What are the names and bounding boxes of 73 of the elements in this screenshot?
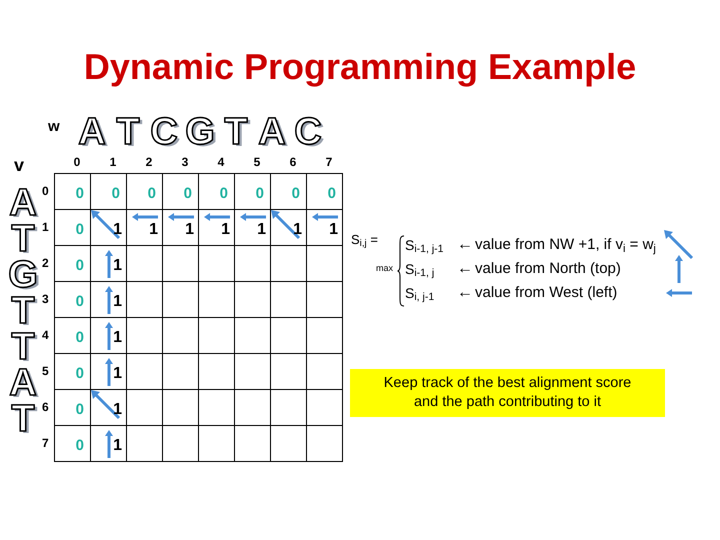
score-value: 1 <box>113 328 122 348</box>
score-value: 0 <box>76 256 84 276</box>
sequence-letter: A <box>78 113 106 151</box>
column-index: 2 <box>146 154 152 171</box>
score-value: 1 <box>113 292 122 312</box>
row-index: 7 <box>42 436 49 450</box>
max-operator: max <box>376 262 394 275</box>
slide-title: Dynamic Programming Example <box>82 45 638 89</box>
sequence-letter: G <box>8 256 38 294</box>
sequence-label: v <box>13 154 26 174</box>
row-index: 4 <box>42 328 49 342</box>
score-value: 0 <box>76 364 84 384</box>
score-value: 0 <box>76 436 84 456</box>
score-value: 1 <box>185 220 194 240</box>
formula-term: S$_{i-1, j-1}$ <box>405 236 445 256</box>
pointer-glyph: ← <box>457 235 473 255</box>
score-value: 0 <box>220 184 228 204</box>
column-index: 1 <box>110 154 116 171</box>
sequence-letter: C <box>294 113 322 151</box>
column-index: 3 <box>182 154 188 171</box>
score-value: 0 <box>256 184 264 204</box>
sequence-letter: C <box>150 113 178 151</box>
sequence-letter: A <box>258 113 286 151</box>
sequence-letter: T <box>11 292 35 330</box>
sequence-letter: T <box>11 328 35 366</box>
score-value: 0 <box>76 184 84 204</box>
sequence-letter: T <box>11 400 35 438</box>
score-value: 0 <box>76 400 84 420</box>
score-value: 1 <box>113 256 122 276</box>
row-index: 3 <box>42 292 49 306</box>
rule-description: value from West (left) <box>475 282 618 303</box>
formula-term: S$_{i-1, j}$ <box>405 260 436 280</box>
note-box: Keep track of the best alignment score and the path contributing to it <box>350 369 665 417</box>
score-value: 1 <box>113 400 122 420</box>
score-value: 0 <box>76 220 84 240</box>
row-index: 2 <box>42 256 49 270</box>
score-value: 1 <box>149 220 158 240</box>
row-index: 0 <box>42 184 49 198</box>
rule-description: value from North (top) <box>475 258 622 279</box>
score-value: 0 <box>76 292 84 312</box>
column-index: 6 <box>290 154 296 171</box>
score-value: 0 <box>112 184 120 204</box>
sequence-letter: T <box>116 113 140 151</box>
score-value: 1 <box>113 436 122 456</box>
score-value: 0 <box>76 328 84 348</box>
score-value: 0 <box>148 184 156 204</box>
score-value: 0 <box>184 184 192 204</box>
score-value: 0 <box>292 184 300 204</box>
sequence-letter: A <box>9 184 37 222</box>
formula-term: S$_{i, j-1}$ <box>405 284 436 304</box>
score-value: 1 <box>221 220 230 240</box>
pointer-glyph: ← <box>457 259 473 279</box>
sequence-letter: G <box>185 113 215 151</box>
score-value: 1 <box>113 364 122 384</box>
column-index: 4 <box>218 154 224 171</box>
score-value: 1 <box>329 220 338 240</box>
sequence-label: w <box>47 119 61 134</box>
score-value: 1 <box>257 220 266 240</box>
pointer-glyph: ← <box>457 283 473 303</box>
score-value: 0 <box>328 184 336 204</box>
column-index: 7 <box>326 154 332 171</box>
score-value: 1 <box>293 220 302 240</box>
column-index: 0 <box>74 154 80 171</box>
row-index: 6 <box>42 400 49 414</box>
rule-description: value from NW +1, if v$_{i}$ = w$_{j}$ <box>475 234 657 256</box>
row-index: 1 <box>42 220 49 234</box>
sequence-letter: A <box>9 364 37 402</box>
row-index: 5 <box>42 364 49 378</box>
column-index: 5 <box>254 154 260 171</box>
score-value: 1 <box>113 220 122 240</box>
sequence-letter: T <box>224 113 248 151</box>
formula-lhs: S$_{i,j}$ = <box>351 233 379 246</box>
sequence-letter: T <box>11 220 35 258</box>
